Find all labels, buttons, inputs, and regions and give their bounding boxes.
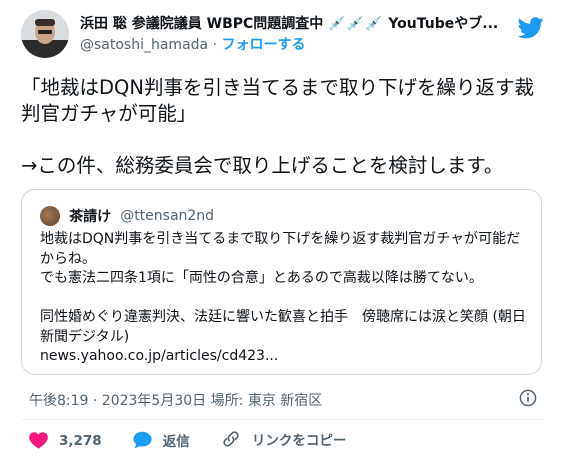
link-icon xyxy=(223,431,239,447)
tweet-location: 場所: 東京 新宿区 xyxy=(210,393,323,409)
author-avatar[interactable] xyxy=(21,10,69,58)
reply-bubble-icon xyxy=(133,431,152,448)
follow-button[interactable]: フォローする xyxy=(221,37,305,53)
author-name-line[interactable]: 浜田 聡 参議院議員 WBPC問題調査中 💉💉💉 YouTubeやブ... xyxy=(80,14,520,34)
quoted-line-1: 地裁はDQN判事を引き当てるまで取り下げを繰り返す裁判官ガチャが可能だからね。 xyxy=(40,231,521,267)
heart-icon xyxy=(29,432,48,449)
quoted-tweet-header: 茶請け @ttensan2nd xyxy=(40,205,215,226)
tweet-line-1: 「地裁はDQN判事を引き当てるまで取り下げを繰り返す裁判官ガチャが可能」 xyxy=(21,76,534,125)
copy-link-button[interactable]: リンクをコピー xyxy=(221,426,347,452)
copy-link-label: リンクをコピー xyxy=(251,433,347,449)
twitter-bird-icon[interactable] xyxy=(518,17,544,39)
quoted-tweet[interactable]: 茶請け @ttensan2nd 地裁はDQN判事を引き当てるまで取り下げを繰り返… xyxy=(21,189,542,375)
tweet-meta: 午後8:19 · 2023年5月30日 場所: 東京 新宿区 xyxy=(29,390,322,410)
author-display-name: 浜田 聡 参議院議員 WBPC問題調査中 xyxy=(80,16,324,32)
info-icon[interactable] xyxy=(519,389,537,407)
like-button[interactable]: 3,278 xyxy=(29,428,102,454)
quoted-author-name: 茶請け xyxy=(69,208,112,225)
divider xyxy=(21,419,546,420)
author-handle[interactable]: @satoshi_hamada xyxy=(80,37,208,53)
author-name-suffix: YouTubeやブ... xyxy=(388,16,499,32)
like-count: 3,278 xyxy=(59,432,102,449)
tweet-actions: 3,278 返信 リンクをコピー xyxy=(29,426,372,452)
tweet-text: 「地裁はDQN判事を引き当てるまで取り下げを繰り返す裁判官ガチャが可能」 →この… xyxy=(21,75,551,179)
quoted-author-avatar xyxy=(40,205,60,226)
quoted-line-2: でも憲法二四条1項に「両性の合意」とあるので高裁以降は勝てない。 xyxy=(40,270,483,286)
syringe-icons: 💉💉💉 xyxy=(328,16,384,32)
separator-dot: · xyxy=(212,37,218,53)
tweet-timestamp[interactable]: 午後8:19 · 2023年5月30日 xyxy=(29,393,206,409)
quoted-link[interactable]: news.yahoo.co.jp/articles/cd423... xyxy=(40,347,530,367)
quoted-tweet-text: 地裁はDQN判事を引き当てるまで取り下げを繰り返す裁判官ガチャが可能だからね。 … xyxy=(40,230,530,367)
tweet-line-2: →この件、総務委員会で取り上げることを検討します。 xyxy=(21,154,504,177)
reply-label: 返信 xyxy=(162,434,190,450)
quoted-line-3: 同性婚めぐり違憲判決、法廷に響いた歓喜と拍手 傍聴席には涙と笑顔 (朝日新聞デジ… xyxy=(40,309,526,345)
author-handle-line: @satoshi_hamada · フォローする xyxy=(80,36,305,54)
tweet-card: 浜田 聡 参議院議員 WBPC問題調査中 💉💉💉 YouTubeやブ... @s… xyxy=(0,0,567,461)
quoted-author-handle: @ttensan2nd xyxy=(120,207,215,224)
reply-button[interactable]: 返信 xyxy=(133,427,190,453)
